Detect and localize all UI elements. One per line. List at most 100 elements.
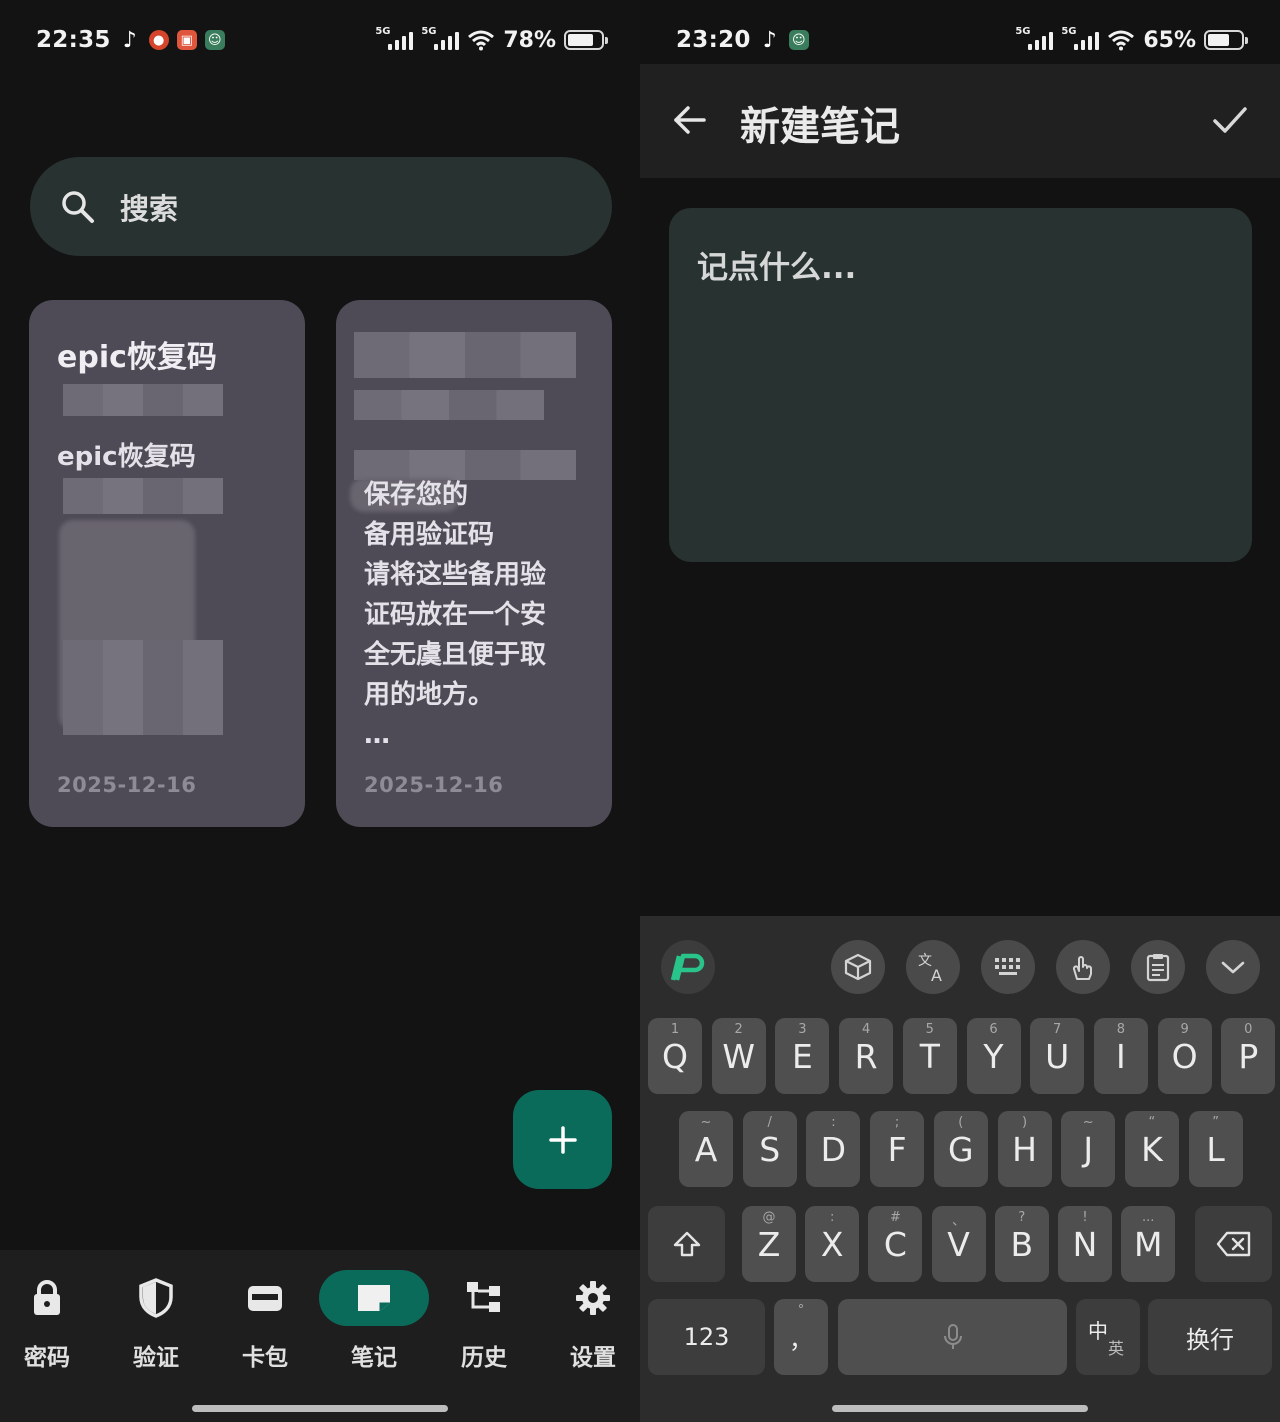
key-b[interactable]: ? B — [994, 1206, 1049, 1282]
number-mode-key[interactable]: 123 — [648, 1299, 765, 1375]
toolbar-button[interactable] — [981, 940, 1035, 994]
back-arrow-icon[interactable] — [670, 100, 710, 140]
lock-icon — [34, 1280, 60, 1315]
key-label: S — [759, 1129, 781, 1169]
status-bar: 23:20 ♪ ☺ 5G 5G 65% — [676, 22, 1248, 58]
redacted-content — [63, 384, 223, 416]
redacted-content — [63, 478, 223, 514]
backspace-key[interactable] — [1195, 1206, 1272, 1282]
note-card[interactable]: epic恢复码 epic恢复码 2025-12-16 — [29, 300, 305, 827]
key-label: W — [722, 1036, 755, 1076]
key-hint: 4 — [861, 1022, 871, 1037]
key-z[interactable]: @ Z — [742, 1206, 796, 1282]
nav-item-settings[interactable]: 设置 — [538, 1270, 640, 1390]
key-label: Z — [757, 1224, 781, 1264]
shield-icon — [139, 1278, 173, 1318]
search-bar[interactable]: 搜索 — [30, 157, 612, 256]
check-icon[interactable] — [1210, 100, 1250, 140]
key-y[interactable]: 6Y — [966, 1018, 1021, 1094]
key-hint: / — [767, 1115, 772, 1130]
svg-text:A: A — [931, 966, 942, 983]
nav-item-verify[interactable]: 验证 — [101, 1270, 211, 1390]
key-hint: 9 — [1180, 1022, 1189, 1037]
key-c[interactable]: # C — [868, 1206, 923, 1282]
home-indicator[interactable] — [832, 1405, 1088, 1412]
enter-key[interactable]: 换行 — [1148, 1299, 1272, 1375]
key-label: 英 — [1108, 1339, 1125, 1358]
key-i[interactable]: 8I — [1093, 1018, 1148, 1094]
app-notification-icon: ● — [148, 30, 169, 50]
key-s[interactable]: / S — [742, 1111, 797, 1187]
note-card[interactable]: 保存您的 备用验证码 请将这些备用验 证码放在一个安 全无虞且便于取 用的地方。… — [336, 300, 612, 827]
key-m[interactable]: ... M — [1121, 1206, 1176, 1282]
key-h[interactable]: ) H — [997, 1111, 1052, 1187]
key-hint: # — [889, 1210, 901, 1225]
key-g[interactable]: (G — [933, 1111, 988, 1187]
ime-logo-icon — [671, 953, 705, 981]
key-hint: 3 — [798, 1022, 807, 1037]
key-u[interactable]: 7U — [1030, 1018, 1085, 1094]
key-w[interactable]: 2W — [711, 1018, 766, 1094]
editor-placeholder: 记点什么... — [697, 250, 857, 286]
toolbar-button[interactable]: 文A — [906, 940, 960, 994]
translate-icon: 文A — [918, 953, 942, 983]
nav-item-wallet[interactable]: 卡包 — [210, 1270, 320, 1390]
redacted-content — [354, 390, 544, 420]
key-n[interactable]: ! N — [1058, 1206, 1112, 1282]
shift-key[interactable] — [648, 1206, 725, 1282]
nav-label: 设置 — [570, 1345, 616, 1371]
wallet-icon — [248, 1286, 282, 1311]
key-label: I — [1116, 1036, 1126, 1076]
key-hint: 1 — [670, 1022, 680, 1037]
key-k[interactable]: “K — [1124, 1111, 1179, 1187]
key-label: E — [791, 1036, 813, 1076]
key-label: 中 — [1088, 1319, 1108, 1343]
key-label: R — [854, 1036, 878, 1076]
home-indicator[interactable] — [192, 1405, 448, 1412]
status-time: 23:20 — [676, 27, 751, 53]
key-hint: 、 — [952, 1214, 966, 1229]
key-label: G — [948, 1129, 974, 1169]
key-f[interactable]: ; F — [870, 1111, 925, 1187]
nav-item-notes[interactable]: 笔记 — [319, 1270, 429, 1390]
key-a[interactable]: ~ A — [679, 1111, 733, 1187]
key-label: V — [947, 1224, 970, 1264]
key-label: L — [1206, 1129, 1225, 1169]
notes-list-screen: 22:35 ♪ ● ▣ ☺ 5G 5G 78% 搜索 epic恢复码 epic恢… — [0, 0, 640, 1422]
toolbar-button[interactable] — [1131, 940, 1185, 994]
comma-key[interactable]: ° ， — [774, 1299, 828, 1375]
key-label: J — [1083, 1129, 1094, 1169]
signal-icon: 5G — [1015, 26, 1054, 51]
key-hint: ... — [1141, 1210, 1155, 1225]
key-r[interactable]: 4R — [839, 1018, 894, 1094]
wifi-icon — [1108, 30, 1135, 51]
key-p[interactable]: 0P — [1221, 1018, 1276, 1094]
key-hint: ; — [894, 1115, 900, 1130]
key-hint: 6 — [989, 1022, 998, 1037]
toolbar-button[interactable] — [1056, 940, 1110, 994]
ime-logo-button[interactable] — [661, 940, 715, 994]
note-editor[interactable]: 记点什么... — [669, 208, 1252, 562]
key-t[interactable]: 5T — [902, 1018, 957, 1094]
key-label: Q — [662, 1036, 688, 1076]
space-key[interactable] — [838, 1299, 1067, 1375]
key-x[interactable]: :X — [805, 1206, 860, 1282]
language-switch-key[interactable]: 中 英 — [1076, 1299, 1140, 1375]
key-q[interactable]: 1Q — [648, 1018, 702, 1094]
collapse-keyboard-button[interactable] — [1206, 940, 1260, 994]
key-o[interactable]: 9O — [1157, 1018, 1212, 1094]
key-hint: ° — [797, 1303, 805, 1318]
key-hint: ~ — [700, 1115, 712, 1130]
toolbar-button[interactable] — [831, 940, 885, 994]
add-note-button[interactable] — [513, 1090, 612, 1189]
key-e[interactable]: 3E — [775, 1018, 830, 1094]
key-d[interactable]: :D — [806, 1111, 861, 1187]
key-l[interactable]: ” L — [1188, 1111, 1243, 1187]
key-v[interactable]: 、 V — [931, 1206, 986, 1282]
new-note-screen: 23:20 ♪ ☺ 5G 5G 65% 新建笔记 记点什么... 文A 1 Q … — [640, 0, 1280, 1422]
nav-item-history[interactable]: 历史 — [429, 1270, 539, 1390]
key-label: 123 — [683, 1323, 730, 1351]
nav-item-passwords[interactable]: 密码 — [0, 1270, 102, 1390]
redacted-content — [63, 640, 223, 735]
key-j[interactable]: ~ J — [1061, 1111, 1116, 1187]
